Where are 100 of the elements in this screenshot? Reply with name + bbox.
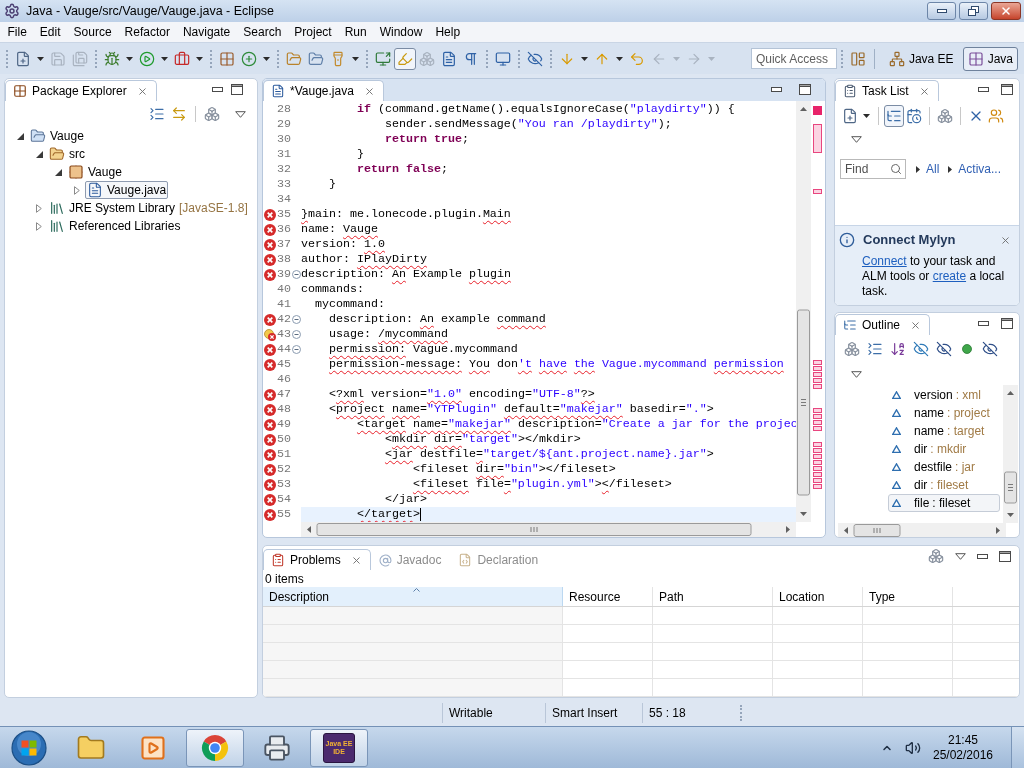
caret-down-icon[interactable]	[863, 114, 870, 118]
column-header[interactable]: Description	[263, 587, 563, 606]
collapse-list-icon[interactable]	[867, 341, 883, 357]
boxes-icon[interactable]	[204, 106, 220, 122]
fold-minus-icon[interactable]	[291, 330, 301, 339]
horizontal-scrollbar[interactable]	[301, 522, 796, 537]
view-tab[interactable]: Javadoc	[370, 549, 451, 570]
fold-minus-icon[interactable]	[291, 270, 301, 279]
outline-item[interactable]: dir : fileset	[888, 476, 1000, 494]
tree-item[interactable]: Vauge	[66, 163, 124, 181]
minimize-icon[interactable]	[978, 321, 989, 326]
filter-link[interactable]: All	[926, 160, 940, 178]
menu-item[interactable]: Navigate	[176, 22, 237, 42]
triangle-down-icon[interactable]	[16, 132, 24, 140]
horizontal-scrollbar[interactable]	[838, 523, 1006, 537]
maximize-icon[interactable]	[1001, 318, 1013, 329]
caret-down-icon[interactable]	[263, 56, 270, 61]
vertical-scrollbar[interactable]	[1003, 385, 1018, 523]
close-button[interactable]	[991, 2, 1021, 20]
close-icon[interactable]	[363, 85, 375, 97]
minimize-icon[interactable]	[977, 553, 988, 559]
dot-icon[interactable]	[962, 344, 972, 354]
view-tab[interactable]: Package Explorer	[5, 80, 157, 101]
perspective-button[interactable]: Java EE	[883, 46, 959, 71]
perspective-button[interactable]: Java	[962, 46, 1018, 71]
view-tab[interactable]: Task List	[835, 80, 939, 101]
close-icon[interactable]	[136, 85, 148, 97]
outline-item[interactable]: file : fileset	[888, 494, 1000, 512]
minimize-icon[interactable]	[771, 87, 782, 92]
swap-arrows-icon[interactable]	[171, 106, 187, 122]
view-menu-icon[interactable]	[955, 552, 966, 560]
menu-item[interactable]: Window	[373, 22, 429, 42]
outline-item[interactable]: destfile : jar	[888, 458, 1000, 476]
text-link[interactable]: Connect	[862, 254, 907, 268]
eye-off-icon[interactable]	[982, 341, 998, 357]
view-menu-icon[interactable]	[851, 370, 862, 378]
sort-az-icon[interactable]	[890, 341, 906, 357]
tree-item[interactable]: Vauge.java	[85, 181, 169, 199]
filter-link[interactable]: Activa...	[958, 160, 1002, 178]
fold-minus-icon[interactable]	[291, 345, 301, 354]
triangle-right-icon[interactable]	[948, 165, 953, 173]
tree-item[interactable]: Referenced Libraries	[47, 217, 183, 235]
minimize-icon[interactable]	[212, 87, 223, 92]
quick-access-field[interactable]: Quick Access	[750, 48, 837, 69]
tree-item[interactable]: Vauge	[28, 127, 86, 145]
boxes-icon[interactable]	[844, 341, 860, 357]
caret-down-icon[interactable]	[161, 56, 168, 61]
close-icon[interactable]	[350, 554, 362, 566]
find-field[interactable]: Find	[840, 159, 906, 179]
outline-item[interactable]: name : project	[888, 404, 1000, 422]
close-icon[interactable]	[910, 319, 922, 331]
menu-item[interactable]: Search	[236, 22, 288, 42]
caret-down-icon[interactable]	[581, 56, 588, 61]
menu-item[interactable]: Source	[67, 22, 119, 42]
maximize-icon[interactable]	[799, 84, 811, 95]
view-tab[interactable]: *Vauge.java	[263, 80, 384, 101]
outline-item[interactable]: dir : mkdir	[888, 440, 1000, 458]
menu-item[interactable]: File	[1, 22, 34, 42]
view-tab[interactable]: Declaration	[450, 549, 548, 570]
eye-off-icon[interactable]	[913, 341, 929, 357]
minimize-icon[interactable]	[978, 87, 989, 92]
tree-item[interactable]: JRE System Library [JavaSE-1.8]	[47, 199, 250, 217]
minimize-button[interactable]	[927, 2, 956, 20]
outline-item[interactable]: name : target	[888, 422, 1000, 440]
view-menu-icon[interactable]	[851, 135, 862, 143]
close-icon[interactable]	[918, 85, 930, 97]
restore-button[interactable]	[959, 2, 988, 20]
view-menu-icon[interactable]	[235, 110, 246, 118]
caret-down-icon[interactable]	[352, 56, 359, 61]
triangle-right-icon[interactable]	[916, 165, 920, 173]
maximize-icon[interactable]	[999, 550, 1011, 562]
caret-down-icon[interactable]	[616, 56, 623, 61]
menu-item[interactable]: Refactor	[118, 22, 177, 42]
highlight-toggle-button[interactable]	[394, 47, 416, 70]
maximize-icon[interactable]	[231, 84, 243, 95]
tree-item[interactable]: src	[47, 145, 87, 163]
search-icon[interactable]	[890, 163, 902, 175]
close-icon[interactable]	[1000, 234, 1011, 246]
maximize-icon[interactable]	[1001, 84, 1013, 95]
taskbar-app-button[interactable]	[186, 728, 244, 767]
speaker-icon[interactable]	[905, 739, 921, 756]
menu-item[interactable]: Run	[338, 22, 374, 42]
view-tab[interactable]: Problems	[263, 549, 371, 570]
vertical-scrollbar[interactable]	[796, 101, 811, 522]
triangle-down-icon[interactable]	[54, 168, 62, 176]
caret-down-icon[interactable]	[37, 56, 44, 61]
menu-item[interactable]: Project	[287, 22, 339, 42]
boxes-icon[interactable]	[928, 548, 944, 564]
triangle-down-icon[interactable]	[35, 150, 43, 158]
menu-item[interactable]: Help	[428, 22, 467, 42]
tree-view-button[interactable]	[884, 105, 904, 127]
fold-minus-icon[interactable]	[291, 315, 301, 324]
text-link[interactable]: create	[932, 269, 967, 283]
collapse-list-icon[interactable]	[149, 106, 165, 122]
caret-down-icon[interactable]	[196, 56, 203, 61]
menu-item[interactable]: Edit	[33, 22, 68, 42]
view-tab[interactable]: Outline	[835, 314, 931, 335]
caret-down-icon[interactable]	[126, 56, 133, 61]
eye-off-icon[interactable]	[936, 341, 952, 357]
outline-item[interactable]: version : xml	[888, 386, 1000, 404]
